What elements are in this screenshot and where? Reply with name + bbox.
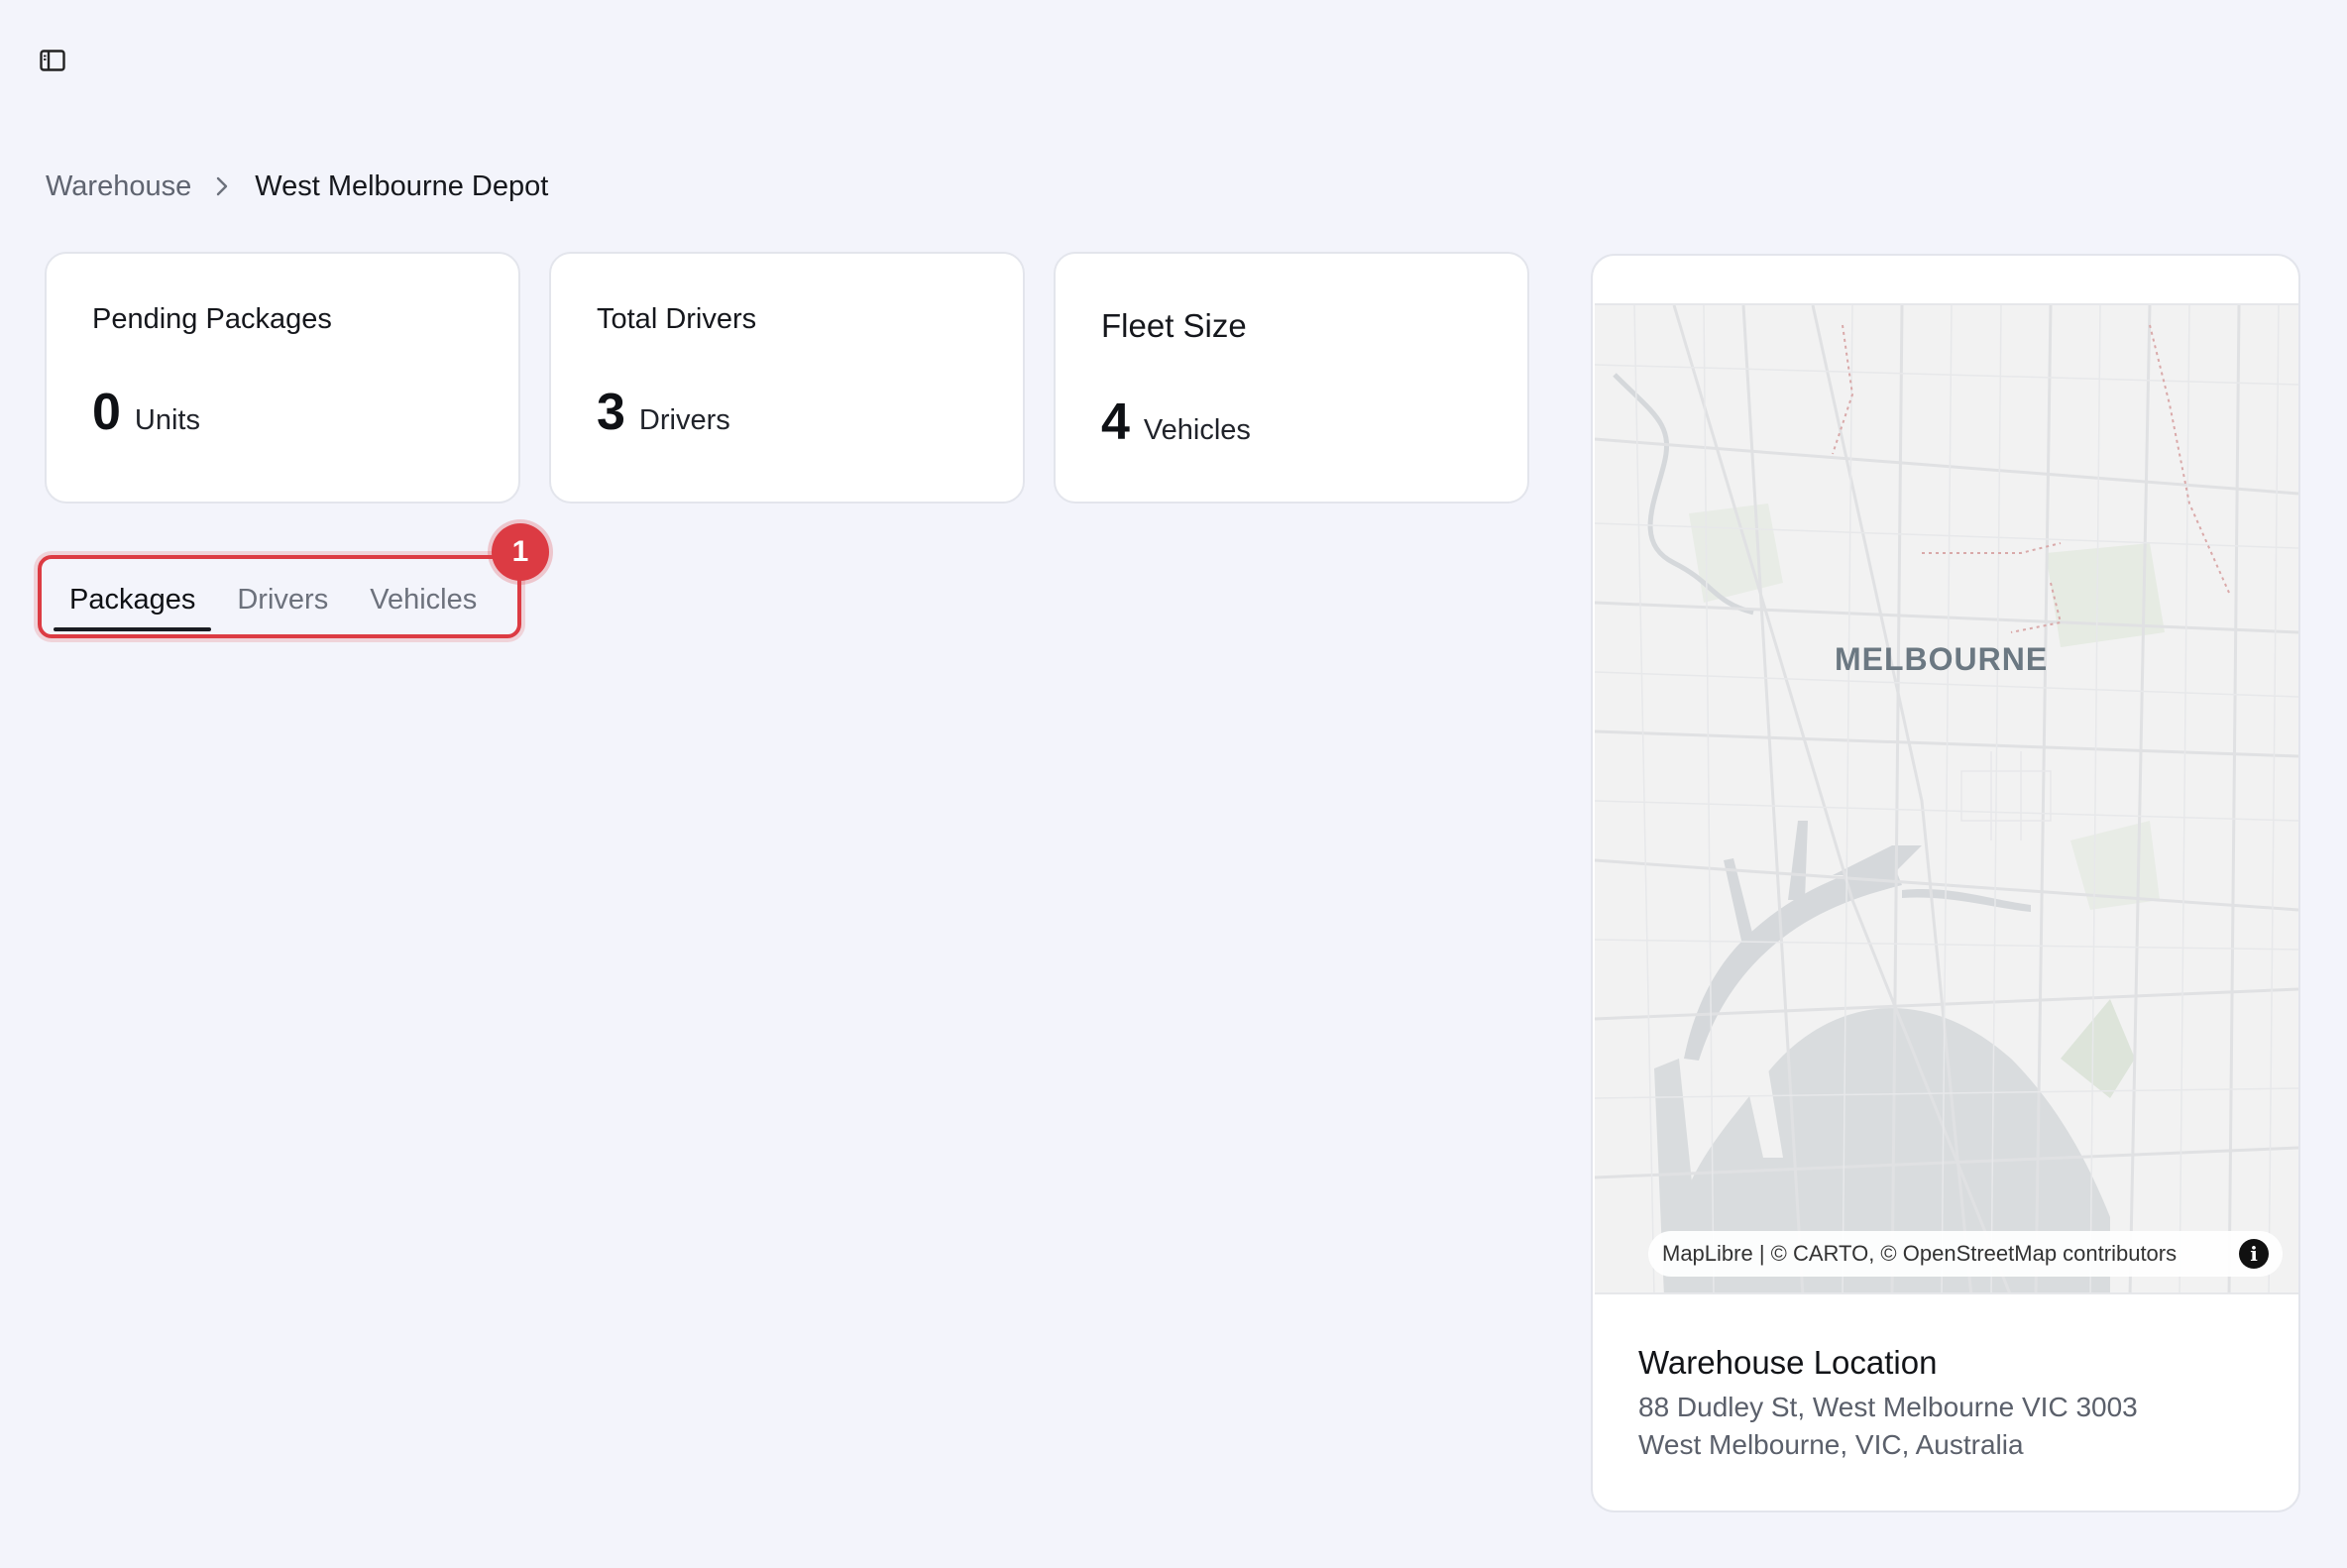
tab-vehicles[interactable]: Vehicles — [354, 572, 493, 627]
stat-card-fleet-size: Fleet Size 4 Vehicles — [1054, 252, 1529, 504]
breadcrumb-warehouse-link[interactable]: Warehouse — [46, 170, 191, 203]
stat-card-total-drivers: Total Drivers 3 Drivers — [549, 252, 1025, 504]
tab-drivers[interactable]: Drivers — [221, 572, 344, 627]
stat-card-pending-packages: Pending Packages 0 Units — [45, 252, 520, 504]
stat-value: 3 — [597, 384, 625, 441]
tab-list: Packages Drivers Vehicles — [54, 569, 493, 631]
maplibre-link[interactable]: MapLibre — [1662, 1241, 1753, 1267]
attribution-contributors: contributors — [2057, 1241, 2178, 1266]
sidebar-toggle-icon — [40, 50, 65, 71]
chevron-right-icon — [215, 175, 229, 197]
map-attribution: MapLibre | © CARTO, © OpenStreetMap cont… — [1648, 1231, 2283, 1277]
info-icon[interactable]: i — [2239, 1239, 2269, 1269]
map-city-label: MELBOURNE — [1835, 641, 2048, 677]
breadcrumb-current: West Melbourne Depot — [255, 169, 549, 202]
location-region: West Melbourne, VIC, Australia — [1638, 1429, 2024, 1460]
tab-packages[interactable]: Packages — [54, 572, 212, 631]
stat-unit: Drivers — [638, 404, 730, 436]
annotation-marker-badge: 1 — [492, 523, 549, 581]
stat-unit: Units — [134, 404, 200, 436]
location-title: Warehouse Location — [1638, 1344, 1938, 1381]
stat-value: 4 — [1101, 393, 1130, 451]
stat-value: 0 — [92, 384, 121, 441]
location-address: 88 Dudley St, West Melbourne VIC 3003 — [1638, 1392, 2138, 1422]
stat-title: Pending Packages — [92, 303, 332, 335]
stat-title: Fleet Size — [1101, 307, 1247, 344]
stat-title: Total Drivers — [597, 303, 757, 335]
carto-osm-link[interactable]: © CARTO, © OpenStreetMap — [1771, 1241, 2057, 1267]
location-info: Warehouse Location 88 Dudley St, West Me… — [1638, 1344, 2138, 1461]
sidebar-toggle-button[interactable] — [38, 48, 67, 73]
attribution-separator: | — [1752, 1241, 1771, 1266]
map-view[interactable]: MELBOURNE MapLibre | © CARTO, © OpenStre… — [1595, 303, 2298, 1294]
warehouse-location-card: MELBOURNE MapLibre | © CARTO, © OpenStre… — [1591, 254, 2300, 1512]
map-tiles: MELBOURNE — [1595, 305, 2298, 1292]
breadcrumb: Warehouse West Melbourne Depot — [46, 167, 548, 206]
stat-unit: Vehicles — [1143, 414, 1251, 446]
